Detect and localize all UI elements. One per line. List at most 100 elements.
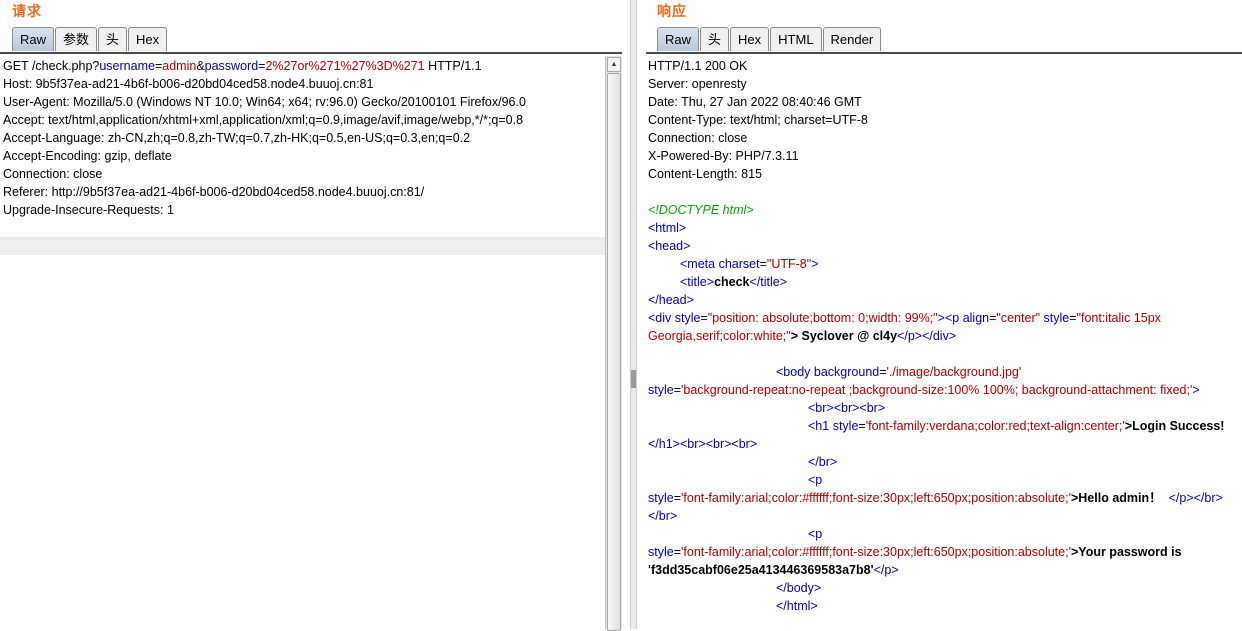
- request-editor[interactable]: GET /check.php?username=admin&password=2…: [3, 57, 603, 219]
- attr-name: style: [832, 419, 859, 433]
- response-panel: 响应 Raw 头 Hex HTML Render HTTP/1.1 200 OK…: [640, 0, 1242, 629]
- request-tab-params[interactable]: 参数: [55, 27, 98, 51]
- request-tab-hex[interactable]: Hex: [128, 27, 168, 51]
- request-panel: 请求 Raw 参数 头 Hex GET /check.php?username=…: [0, 0, 622, 631]
- attr-name: background: [813, 365, 880, 379]
- p-password-line: <p style='font-family:arial;color:#fffff…: [648, 527, 1186, 577]
- response-header-line: Date: Thu, 27 Jan 2022 08:40:46 GMT: [648, 95, 862, 109]
- doctype-line: <!DOCTYPE html>: [648, 201, 1238, 219]
- tag: <p: [808, 527, 823, 541]
- request-header-line: User-Agent: Mozilla/5.0 (Windows NT 10.0…: [3, 95, 526, 109]
- split-pane-divider[interactable]: [630, 0, 637, 629]
- tag: >: [811, 257, 819, 271]
- request-cursor-row-highlight: [0, 237, 605, 255]
- body-close-line: </body>: [648, 579, 1238, 597]
- tag: <html>: [648, 221, 687, 235]
- request-scrollbar[interactable]: ▲: [605, 56, 622, 631]
- param-name-password: password: [204, 59, 259, 73]
- request-line: GET /check.php?username=admin&password=2…: [3, 57, 603, 75]
- tag: <head>: [648, 239, 691, 253]
- response-header-line: Content-Type: text/html; charset=UTF-8: [648, 113, 868, 127]
- response-header-line: X-Powered-By: PHP/7.3.11: [648, 149, 799, 163]
- request-header-line: Accept: text/html,application/xhtml+xml,…: [3, 113, 524, 127]
- attr-value: 'background-repeat:no-repeat ;background…: [681, 383, 1193, 397]
- response-title: 响应: [657, 3, 687, 19]
- attr-name: style: [648, 383, 674, 397]
- text-node: >Login Success!: [1124, 419, 1225, 433]
- request-header-line: Referer: http://9b5f37ea-ad21-4b6f-b006-…: [3, 185, 425, 199]
- response-viewer[interactable]: HTTP/1.1 200 OK Server: openresty Date: …: [648, 57, 1238, 615]
- request-header-line: Upgrade-Insecure-Requests: 1: [3, 203, 174, 217]
- h1-line: <h1 style='font-family:verdana;color:red…: [648, 419, 1225, 451]
- div-line: <div style="position: absolute;bottom: 0…: [648, 311, 1165, 343]
- head-close-line: </head>: [648, 291, 1238, 309]
- tag: <br><br><br>: [808, 401, 886, 415]
- request-method-path: GET /check.php?: [3, 59, 100, 73]
- request-protocol: HTTP/1.1: [424, 59, 482, 73]
- attr-value: 'font-family:arial;color:#ffffff;font-si…: [681, 545, 1071, 559]
- tag: </p>: [873, 563, 899, 577]
- response-header-line: Connection: close: [648, 131, 748, 145]
- attr-name: align: [962, 311, 990, 325]
- response-tab-underline: [646, 52, 1242, 54]
- tag: </html>: [776, 599, 818, 613]
- html-open-line: <html>: [648, 219, 1238, 237]
- text-node: >Hello admin！: [1070, 491, 1162, 505]
- attr-name: charset: [718, 257, 760, 271]
- text-node: check: [714, 275, 750, 289]
- request-header-line: Connection: close: [3, 167, 103, 181]
- request-tab-raw[interactable]: Raw: [12, 27, 55, 51]
- attr-name: style: [674, 311, 701, 325]
- response-tab-render[interactable]: Render: [822, 27, 882, 51]
- attr-value: "center": [996, 311, 1041, 325]
- tag: </title>: [749, 275, 788, 289]
- attr-name: style: [648, 545, 674, 559]
- attr-name: style: [648, 491, 674, 505]
- tag: </h1><br><br><br>: [648, 437, 758, 451]
- text-node: > Syclover @ cl4y: [790, 329, 898, 343]
- tag: </p></div>: [897, 329, 957, 343]
- tag: >: [937, 311, 945, 325]
- tag: <div: [648, 311, 672, 325]
- tag: <p: [808, 473, 823, 487]
- response-header-line: Content-Length: 815: [648, 167, 762, 181]
- param-separator: &: [196, 59, 205, 73]
- body-open-line: <body background='./image/background.jpg…: [648, 365, 1200, 397]
- attr-value: './image/background.jpg': [886, 365, 1022, 379]
- request-tabs: Raw 参数 头 Hex: [12, 27, 168, 52]
- scroll-up-arrow-icon[interactable]: ▲: [607, 57, 621, 72]
- attr-name: style: [1043, 311, 1070, 325]
- request-tab-headers[interactable]: 头: [98, 27, 128, 51]
- request-tab-underline: [0, 52, 622, 54]
- tag: <h1: [808, 419, 830, 433]
- response-tab-raw[interactable]: Raw: [657, 27, 700, 51]
- response-tabs: Raw 头 Hex HTML Render: [657, 27, 882, 52]
- request-title: 请求: [12, 3, 42, 19]
- attr-value: 'font-family:verdana;color:red;text-alig…: [865, 419, 1125, 433]
- title-line: <title>check</title>: [648, 273, 1238, 291]
- br-close-line: </br>: [648, 453, 1238, 471]
- request-header-line: Host: 9b5f37ea-ad21-4b6f-b006-d20bd04ced…: [3, 77, 374, 91]
- html-close-line: </html>: [648, 597, 1238, 615]
- param-value-username: admin: [162, 59, 197, 73]
- attr-value: "position: absolute;bottom: 0;width: 99%…: [707, 311, 938, 325]
- request-header-line: Accept-Language: zh-CN,zh;q=0.8,zh-TW;q=…: [3, 131, 471, 145]
- response-tab-hex[interactable]: Hex: [730, 27, 770, 51]
- br-line: <br><br><br>: [648, 399, 1238, 417]
- response-tab-headers[interactable]: 头: [700, 27, 730, 51]
- tag: </head>: [648, 293, 694, 307]
- request-header-line: Accept-Encoding: gzip, deflate: [3, 149, 172, 163]
- doctype: <!DOCTYPE html>: [648, 203, 754, 217]
- response-header-line: Server: openresty: [648, 77, 747, 91]
- meta-line: <meta charset="UTF-8">: [680, 257, 819, 271]
- param-value-password: 2%27or%271%27%3D%271: [265, 59, 425, 73]
- tag: </br>: [808, 455, 838, 469]
- response-tab-html[interactable]: HTML: [770, 27, 822, 51]
- tag: >: [1192, 383, 1200, 397]
- scroll-thumb[interactable]: [607, 73, 621, 631]
- param-name-username: username: [99, 59, 155, 73]
- divider-grip-handle[interactable]: [631, 370, 636, 388]
- tag: <p: [944, 311, 960, 325]
